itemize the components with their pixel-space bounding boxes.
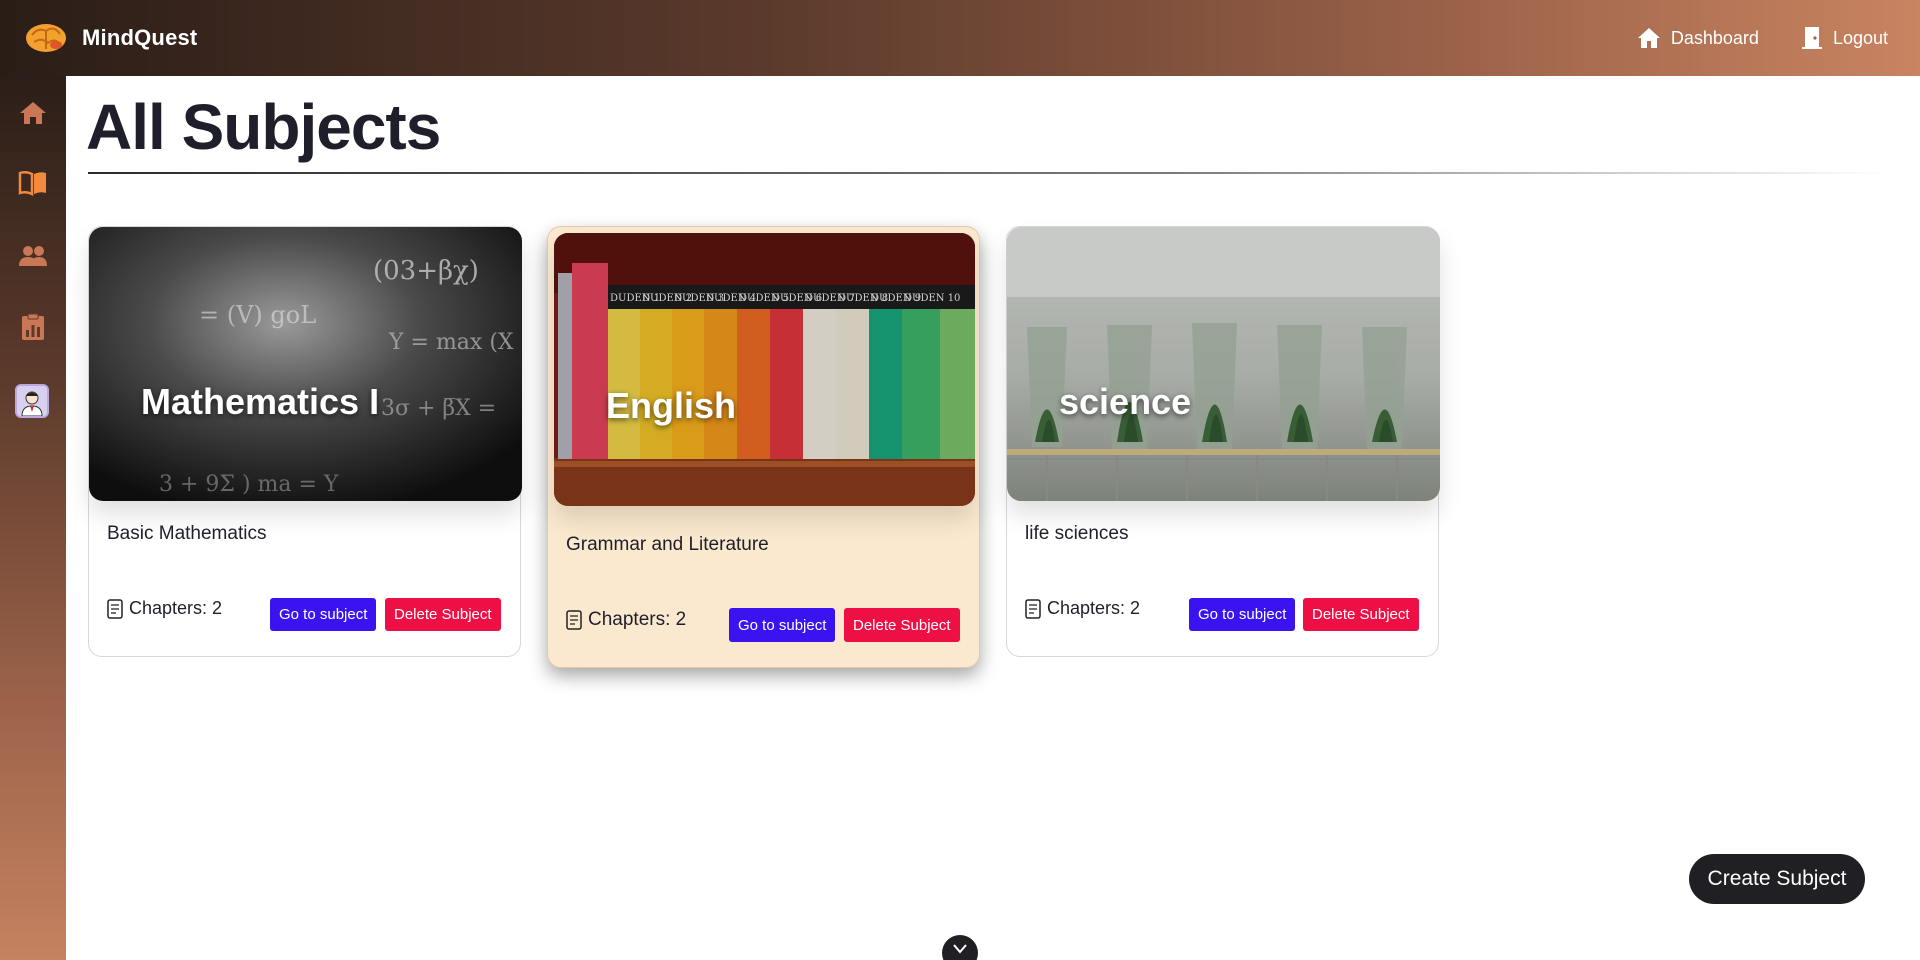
app-name: MindQuest (82, 25, 198, 50)
book-open-icon (18, 170, 48, 201)
document-icon (566, 610, 582, 630)
chapters-count: Chapters: 2 (566, 609, 686, 631)
math-formula-text: 3 + 9Σ ) ma = Y (159, 472, 339, 497)
dashboard-label: Dashboard (1670, 27, 1759, 48)
chapters-label: Chapters: 2 (588, 609, 687, 630)
document-icon (107, 598, 123, 619)
subject-card-image[interactable]: science (1007, 227, 1440, 501)
chapters-label: Chapters: 2 (129, 598, 223, 618)
chapters-label: Chapters: 2 (1047, 598, 1141, 618)
chevron-down-icon (953, 941, 967, 959)
subject-description: Basic Mathematics (107, 523, 267, 544)
create-subject-button[interactable]: Create Subject (1689, 854, 1865, 904)
brand[interactable]: MindQuest (24, 21, 197, 55)
chapters-count: Chapters: 2 (107, 598, 222, 619)
sidebar (0, 76, 66, 960)
go-to-subject-button[interactable]: Go to subject (729, 608, 836, 642)
subject-card-mathematics: (03+βχ) = (V) goL Y = max (X 3σ + β̅X = … (88, 226, 522, 657)
subject-name: science (1059, 381, 1192, 422)
door-icon (1801, 26, 1823, 50)
subject-card-english: DUDEN 1 DUDEN 2 DUDEN 3 DUDEN 4 DUDEN 5 … (547, 226, 980, 668)
sidebar-item-home[interactable] (17, 99, 49, 131)
delete-subject-button[interactable]: Delete Subject (385, 598, 501, 631)
logout-link[interactable]: Logout (1801, 26, 1888, 50)
subject-description: Grammar and Literature (566, 534, 769, 555)
go-to-subject-button[interactable]: Go to subject (270, 598, 377, 631)
sidebar-item-subjects[interactable] (17, 169, 49, 201)
document-icon (1025, 598, 1041, 619)
chapters-count: Chapters: 2 (1025, 598, 1140, 619)
users-icon (18, 244, 48, 273)
brain-logo-icon (24, 21, 68, 55)
subject-card-image[interactable]: DUDEN 1 DUDEN 2 DUDEN 3 DUDEN 4 DUDEN 5 … (554, 233, 975, 506)
top-navbar: MindQuest Dashboard Logout (0, 0, 1920, 76)
subject-name: English (606, 385, 737, 426)
scroll-down-button[interactable] (942, 935, 978, 960)
title-divider (88, 172, 1888, 174)
page-title: All Subjects (86, 91, 441, 163)
math-formula-text: 3σ + β̅X = (381, 396, 496, 421)
sidebar-item-users[interactable] (17, 242, 49, 274)
clipboard-chart-icon (21, 313, 45, 346)
math-formula-text: = (V) goL (199, 301, 316, 329)
sidebar-item-reports[interactable] (17, 313, 49, 345)
subject-description: life sciences (1025, 523, 1129, 544)
subject-card-science: science life sciences Chapters: 2 Go to … (1006, 226, 1440, 657)
subject-name: Mathematics I (141, 381, 380, 422)
user-avatar-icon (17, 386, 47, 416)
dashboard-link[interactable]: Dashboard (1637, 27, 1759, 49)
avatar[interactable] (15, 384, 49, 418)
logout-label: Logout (1832, 27, 1888, 48)
subject-card-image[interactable]: (03+βχ) = (V) goL Y = max (X 3σ + β̅X = … (89, 227, 522, 501)
delete-subject-button[interactable]: Delete Subject (844, 608, 960, 642)
math-formula-text: (03+βχ) (373, 256, 479, 286)
math-formula-text: Y = max (X (388, 330, 514, 355)
delete-subject-button[interactable]: Delete Subject (1303, 598, 1419, 631)
home-icon (19, 101, 47, 130)
home-icon (1637, 27, 1661, 49)
go-to-subject-button[interactable]: Go to subject (1189, 598, 1296, 631)
